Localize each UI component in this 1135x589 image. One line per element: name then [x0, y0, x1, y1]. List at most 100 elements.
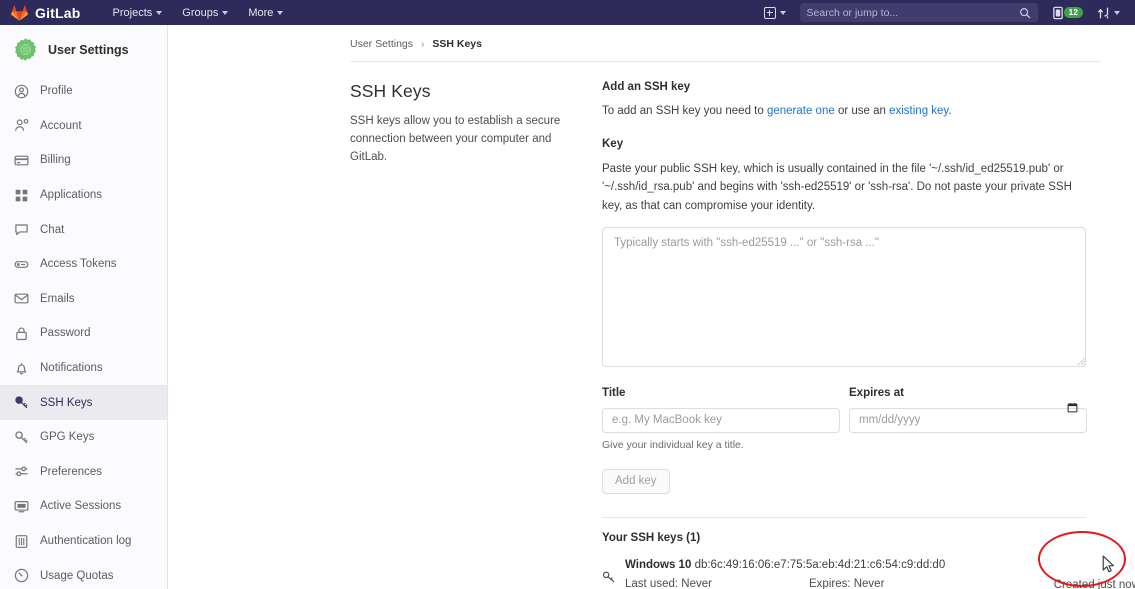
settings-form-column: Add an SSH key To add an SSH key you nee… — [602, 81, 1135, 589]
search-icon — [1019, 7, 1030, 18]
key-name: Windows 10 — [625, 558, 692, 571]
nav-projects[interactable]: Projects — [103, 3, 173, 23]
sidebar-item-preferences[interactable]: Preferences — [0, 455, 167, 490]
title-expires-row: Title Expires at — [602, 387, 1089, 433]
expires-field-group: Expires at — [849, 387, 1087, 433]
keys-section-divider — [602, 516, 1086, 518]
sidebar-item-password[interactable]: Password — [0, 316, 167, 351]
key-icon — [14, 395, 29, 410]
page-description: SSH keys allow you to establish a secure… — [350, 115, 561, 163]
title-helper-text: Give your individual key a title. — [602, 438, 744, 451]
merge-request-icon — [1098, 7, 1109, 18]
key-expires: Expires: Never — [809, 577, 885, 589]
sidebar-item-access-tokens[interactable]: Access Tokens — [0, 247, 167, 282]
issues-icon — [1052, 6, 1063, 19]
generate-one-link[interactable]: generate one — [767, 105, 835, 117]
credit-card-icon — [14, 153, 29, 168]
monitor-icon — [14, 499, 29, 514]
sidebar-item-account[interactable]: Account — [0, 109, 167, 144]
key-created: Created just now — [1053, 578, 1135, 589]
key-icon — [14, 430, 29, 445]
key-fingerprint: db:6c:49:16:06:e7:75:5a:eb:4d:21:c6:54:c… — [694, 558, 946, 571]
sidebar-item-ssh-keys[interactable]: SSH Keys — [0, 385, 167, 420]
navbar-links: Projects Groups More — [103, 3, 294, 23]
issues-button[interactable]: 12 — [1044, 0, 1090, 25]
sidebar-item-label: Billing — [40, 154, 71, 167]
sidebar-item-label: Emails — [40, 292, 75, 305]
search-box[interactable] — [799, 3, 1038, 22]
breadcrumb: User Settings › SSH Keys — [168, 25, 1135, 61]
key-field-help: Paste your public SSH key, which is usua… — [602, 162, 1072, 212]
intro-suffix: . — [948, 105, 952, 117]
gauge-icon — [14, 568, 29, 583]
chevron-down-icon — [222, 11, 229, 15]
existing-key-link[interactable]: existing key — [889, 105, 948, 117]
add-ssh-key-heading: Add an SSH key — [602, 81, 691, 93]
sidebar-title: User Settings — [48, 42, 129, 57]
nav-more[interactable]: More — [238, 3, 293, 23]
issues-badge: 12 — [1063, 7, 1083, 18]
sidebar-item-active-sessions[interactable]: Active Sessions — [0, 489, 167, 524]
sidebar-item-authentication-log[interactable]: Authentication log — [0, 524, 167, 559]
nav-projects-label: Projects — [112, 6, 153, 19]
main-content: User Settings › SSH Keys SSH Keys SSH ke… — [168, 25, 1135, 589]
sidebar-item-label: Authentication log — [40, 535, 132, 548]
key-icon — [602, 559, 618, 589]
log-book-icon — [14, 534, 29, 549]
sidebar-item-applications[interactable]: Applications — [0, 178, 167, 213]
settings-columns: SSH Keys SSH keys allow you to establish… — [168, 62, 1135, 589]
nav-groups[interactable]: Groups — [172, 3, 238, 23]
user-settings-sidebar: User Settings Profile Account Billing Ap… — [0, 25, 168, 589]
breadcrumb-parent[interactable]: User Settings — [350, 38, 413, 50]
key-title-line: Windows 10 db:6c:49:16:06:e7:75:5a:eb:4d… — [625, 559, 1127, 571]
sidebar-item-emails[interactable]: Emails — [0, 282, 167, 317]
ssh-key-textarea[interactable] — [602, 226, 1086, 367]
sidebar-item-billing[interactable]: Billing — [0, 143, 167, 178]
merge-requests-button[interactable] — [1090, 0, 1127, 25]
user-circle-icon — [14, 84, 29, 99]
settings-description-column: SSH Keys SSH keys allow you to establish… — [350, 81, 602, 589]
expires-date-input[interactable] — [849, 407, 1087, 433]
page-title: SSH Keys — [350, 81, 431, 101]
chevron-down-icon — [779, 11, 786, 15]
bell-icon — [14, 361, 29, 376]
navbar-right: 12 — [756, 0, 1135, 25]
sliders-icon — [14, 464, 29, 479]
sidebar-item-chat[interactable]: Chat — [0, 212, 167, 247]
breadcrumb-separator: › — [420, 38, 425, 50]
key-last-used: Last used: Never — [625, 577, 712, 589]
sidebar-item-label: SSH Keys — [40, 396, 93, 409]
sidebar-item-profile[interactable]: Profile — [0, 74, 167, 109]
add-key-button[interactable]: Add key — [602, 468, 670, 494]
title-input[interactable] — [602, 407, 840, 433]
expires-field-label: Expires at — [849, 386, 904, 399]
sidebar-item-gpg-keys[interactable]: GPG Keys — [0, 420, 167, 455]
sidebar-item-label: Preferences — [40, 465, 103, 478]
sidebar-item-label: GPG Keys — [40, 431, 95, 444]
sidebar-item-notifications[interactable]: Notifications — [0, 351, 167, 386]
chevron-down-icon — [1114, 11, 1120, 15]
key-field-label: Key — [602, 137, 624, 150]
grid-apps-icon — [14, 188, 29, 203]
intro-middle: or use an — [834, 105, 890, 117]
envelope-icon — [14, 291, 29, 306]
key-actions: Created just now — [1054, 577, 1135, 589]
sidebar-item-label: Active Sessions — [40, 500, 122, 513]
account-gear-icon — [14, 118, 29, 133]
intro-prefix: To add an SSH key you need to — [602, 105, 767, 117]
sidebar-item-label: Password — [40, 327, 91, 340]
sidebar-header: User Settings — [0, 25, 167, 74]
sidebar-item-label: Notifications — [40, 362, 103, 375]
title-field-label: Title — [602, 386, 626, 399]
nav-groups-label: Groups — [182, 6, 219, 19]
sidebar-item-label: Account — [40, 119, 82, 132]
sidebar-item-usage-quotas[interactable]: Usage Quotas — [0, 558, 167, 589]
plus-square-icon — [763, 6, 776, 19]
add-ssh-key-intro: To add an SSH key you need to generate o… — [602, 102, 1089, 121]
breadcrumb-current: SSH Keys — [432, 38, 482, 50]
create-new-button[interactable] — [756, 0, 794, 25]
brand-name: GitLab — [35, 4, 81, 21]
table-row: Windows 10 db:6c:49:16:06:e7:75:5a:eb:4d… — [602, 559, 1135, 589]
search-input[interactable] — [806, 6, 1031, 19]
gitlab-home-link[interactable]: GitLab — [11, 5, 81, 21]
